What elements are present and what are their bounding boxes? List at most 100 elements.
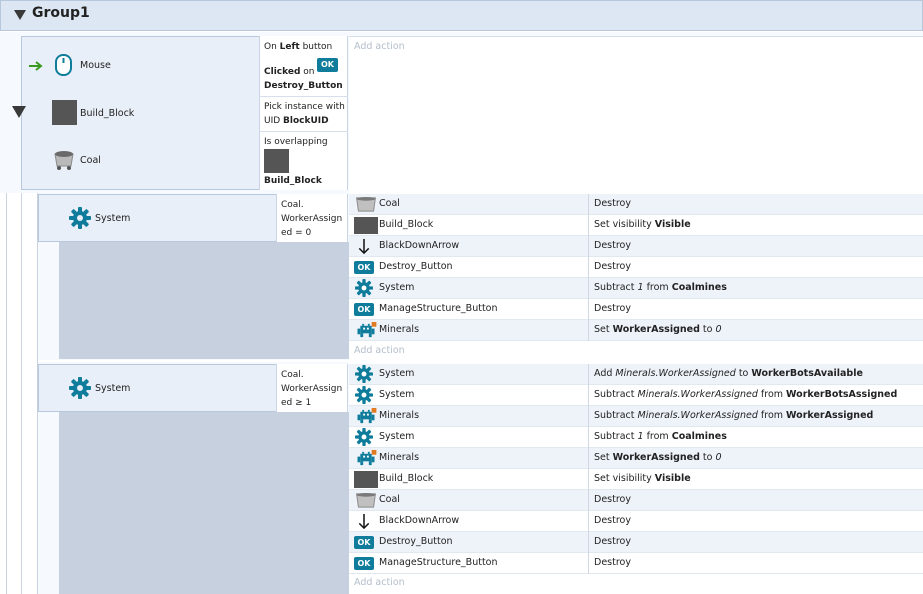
- action-row[interactable]: Minerals Set WorkerAssigned to 0: [349, 448, 923, 469]
- divider: [588, 299, 589, 320]
- main-event-actions[interactable]: [349, 36, 923, 193]
- action-object[interactable]: Build_Block: [379, 473, 433, 484]
- action-object[interactable]: ManageStructure_Button: [379, 557, 498, 568]
- param-text: ed ≥ 1: [281, 398, 312, 408]
- collapse-triangle-icon[interactable]: [14, 10, 26, 20]
- condition-param-overlapping[interactable]: Is overlapping: [264, 135, 346, 149]
- action-row[interactable]: Build_Block Set visibility Visible: [349, 469, 923, 490]
- condition-object-system[interactable]: System: [95, 213, 130, 224]
- action-object[interactable]: Coal: [379, 198, 400, 209]
- action-description[interactable]: Add Minerals.WorkerAssigned to WorkerBot…: [594, 368, 863, 379]
- condition-param-destroy-button[interactable]: Destroy_Button: [264, 79, 346, 93]
- build-block-icon: [354, 471, 378, 488]
- divider: [588, 215, 589, 236]
- action-row[interactable]: OK ManageStructure_Button Destroy: [349, 299, 923, 320]
- ok-button-icon: OK: [354, 555, 374, 572]
- action-row[interactable]: System Subtract 1 from Coalmines: [349, 278, 923, 299]
- action-description[interactable]: Destroy: [594, 240, 631, 251]
- action-row[interactable]: BlackDownArrow Destroy: [349, 511, 923, 532]
- add-action-link[interactable]: Add action: [354, 41, 405, 52]
- event-collapse-icon[interactable]: [12, 106, 26, 118]
- action-row[interactable]: OK Destroy_Button Destroy: [349, 257, 923, 278]
- action-object[interactable]: BlackDownArrow: [379, 515, 459, 526]
- action-object[interactable]: System: [379, 431, 414, 442]
- action-row[interactable]: System Subtract 1 from Coalmines: [349, 427, 923, 448]
- action-object[interactable]: System: [379, 389, 414, 400]
- divider: [588, 553, 589, 574]
- param-text: WorkerAssign: [281, 214, 343, 224]
- param-value: Left: [279, 42, 300, 52]
- param-text: Coal.: [281, 370, 304, 380]
- action-description[interactable]: Set WorkerAssigned to 0: [594, 452, 722, 463]
- action-description[interactable]: Destroy: [594, 536, 631, 547]
- condition-param-mouse-button[interactable]: On Left button: [264, 40, 346, 54]
- divider: [588, 448, 589, 469]
- coal-cart-icon: [54, 151, 74, 170]
- action-object[interactable]: Minerals: [379, 452, 419, 463]
- action-object[interactable]: Coal: [379, 494, 400, 505]
- divider: [588, 427, 589, 448]
- action-row[interactable]: OK ManageStructure_Button Destroy: [349, 553, 923, 574]
- action-description[interactable]: Subtract Minerals.WorkerAssigned from Wo…: [594, 410, 873, 421]
- divider: [588, 194, 589, 215]
- divider: [588, 511, 589, 532]
- condition-param-coal-workers[interactable]: Coal. WorkerAssign ed = 0: [281, 198, 347, 240]
- action-object[interactable]: Destroy_Button: [379, 536, 453, 547]
- action-description[interactable]: Destroy: [594, 198, 631, 209]
- action-description[interactable]: Destroy: [594, 494, 631, 505]
- build-block-icon: [354, 217, 378, 234]
- divider: [259, 96, 348, 97]
- param-text: Coal.: [281, 200, 304, 210]
- action-object[interactable]: Minerals: [379, 410, 419, 421]
- divider: [588, 385, 589, 406]
- condition-param-coal-workers[interactable]: Coal. WorkerAssign ed ≥ 1: [281, 368, 347, 410]
- action-object[interactable]: Destroy_Button: [379, 261, 453, 272]
- condition-object-system[interactable]: System: [95, 383, 130, 394]
- gear-icon: [69, 207, 91, 229]
- gear-icon: [355, 279, 373, 297]
- condition-object-mouse[interactable]: Mouse: [80, 60, 111, 71]
- action-description[interactable]: Destroy: [594, 557, 631, 568]
- action-row[interactable]: System Subtract Minerals.WorkerAssigned f…: [349, 385, 923, 406]
- action-description[interactable]: Set visibility Visible: [594, 219, 691, 230]
- action-description[interactable]: Subtract Minerals.WorkerAssigned from Wo…: [594, 389, 897, 400]
- action-description[interactable]: Set WorkerAssigned to 0: [594, 324, 722, 335]
- condition-object-coal[interactable]: Coal: [80, 155, 101, 166]
- action-description[interactable]: Destroy: [594, 261, 631, 272]
- add-action-link[interactable]: Add action: [354, 577, 405, 588]
- condition-param-pick-uid[interactable]: Pick instance with UID BlockUID: [264, 100, 348, 128]
- action-object[interactable]: System: [379, 282, 414, 293]
- tree-line: [21, 193, 22, 594]
- action-row[interactable]: Minerals Set WorkerAssigned to 0: [349, 320, 923, 341]
- divider: [588, 490, 589, 511]
- add-action-link[interactable]: Add action: [354, 345, 405, 356]
- action-row[interactable]: System Add Minerals.WorkerAssigned to Wor…: [349, 364, 923, 385]
- invader-icon: [357, 408, 377, 424]
- gear-icon: [355, 386, 373, 404]
- action-object[interactable]: System: [379, 368, 414, 379]
- action-row[interactable]: Coal Destroy: [349, 194, 923, 215]
- param-text: On: [264, 42, 280, 52]
- action-row[interactable]: BlackDownArrow Destroy: [349, 236, 923, 257]
- divider: [588, 236, 589, 257]
- action-description[interactable]: Subtract 1 from Coalmines: [594, 431, 727, 442]
- action-row[interactable]: Build_Block Set visibility Visible: [349, 215, 923, 236]
- action-description[interactable]: Set visibility Visible: [594, 473, 691, 484]
- condition-object-build-block[interactable]: Build_Block: [80, 108, 134, 119]
- action-object[interactable]: Minerals: [379, 324, 419, 335]
- action-description[interactable]: Destroy: [594, 515, 631, 526]
- action-row[interactable]: Coal Destroy: [349, 490, 923, 511]
- action-object[interactable]: BlackDownArrow: [379, 240, 459, 251]
- divider: [588, 406, 589, 427]
- sub-event-2-spacer: [59, 412, 349, 594]
- action-description[interactable]: Destroy: [594, 303, 631, 314]
- group-header[interactable]: [0, 0, 923, 31]
- action-object[interactable]: ManageStructure_Button: [379, 303, 498, 314]
- divider: [588, 469, 589, 490]
- action-description[interactable]: Subtract 1 from Coalmines: [594, 282, 727, 293]
- action-row[interactable]: OK Destroy_Button Destroy: [349, 532, 923, 553]
- action-object[interactable]: Build_Block: [379, 219, 433, 230]
- divider: [588, 364, 589, 385]
- action-row[interactable]: Minerals Subtract Minerals.WorkerAssigned…: [349, 406, 923, 427]
- divider: [259, 131, 348, 132]
